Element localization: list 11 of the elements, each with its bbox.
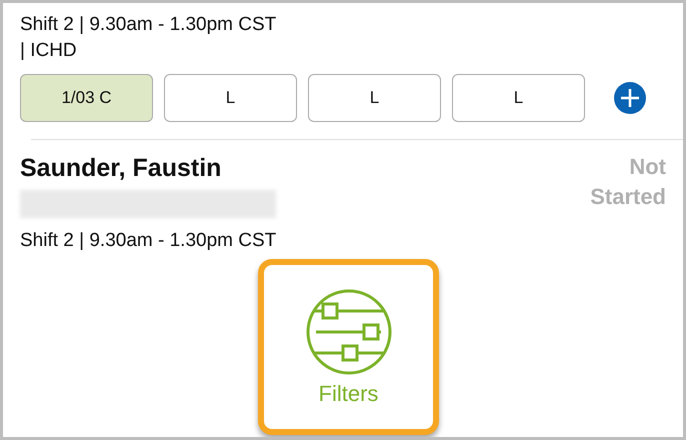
add-icon[interactable]	[613, 81, 647, 115]
slot-button[interactable]: L	[164, 74, 297, 122]
patient-name: Saunder, Faustin	[20, 153, 222, 184]
slot-button[interactable]: L	[452, 74, 585, 122]
status-text: Not Started	[589, 153, 666, 211]
slot-button[interactable]: L	[308, 74, 441, 122]
unit-text: | ICHD	[20, 39, 78, 63]
sliders-icon	[306, 289, 392, 375]
shift-text: Shift 2 | 9.30am - 1.30pm CST	[20, 229, 278, 253]
shift-text: Shift 2 | 9.30am - 1.30pm CST	[20, 13, 278, 37]
slot-button[interactable]: 1/03 C	[20, 74, 153, 122]
